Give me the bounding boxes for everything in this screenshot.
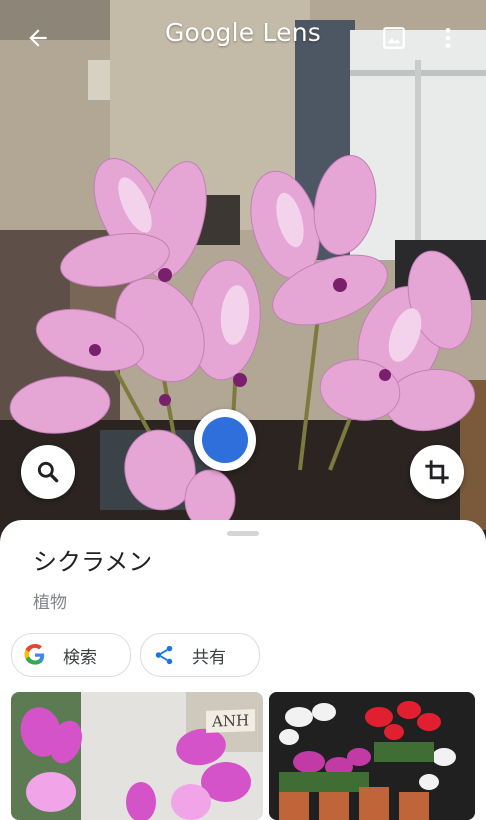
search-chip[interactable]: 検索	[11, 633, 131, 677]
more-options-button[interactable]	[428, 18, 468, 58]
share-icon	[153, 644, 175, 666]
result-image-1[interactable]: ANH	[11, 692, 263, 820]
shutter-button[interactable]	[194, 409, 256, 471]
google-g-icon	[24, 644, 46, 666]
search-mode-button[interactable]	[21, 445, 75, 499]
result-subtitle: 植物	[33, 593, 67, 613]
thumbnail-tag: ANH	[206, 709, 256, 733]
gallery-button[interactable]	[374, 18, 414, 58]
share-chip-label: 共有	[192, 647, 226, 668]
result-title: シクラメン	[33, 548, 153, 576]
crop-icon	[425, 460, 449, 484]
top-app-bar: Google Lens	[0, 0, 486, 76]
shutter-inner	[202, 417, 248, 463]
drag-handle[interactable]	[227, 531, 259, 536]
search-chip-label: 検索	[63, 647, 97, 668]
share-chip[interactable]: 共有	[140, 633, 260, 677]
result-image-2[interactable]	[269, 692, 475, 820]
results-bottom-sheet[interactable]: シクラメン 植物 検索 共有 ANH	[0, 520, 486, 820]
more-vert-icon	[445, 28, 451, 48]
search-icon	[37, 461, 59, 483]
image-gallery-icon	[383, 27, 405, 49]
crop-button[interactable]	[410, 445, 464, 499]
